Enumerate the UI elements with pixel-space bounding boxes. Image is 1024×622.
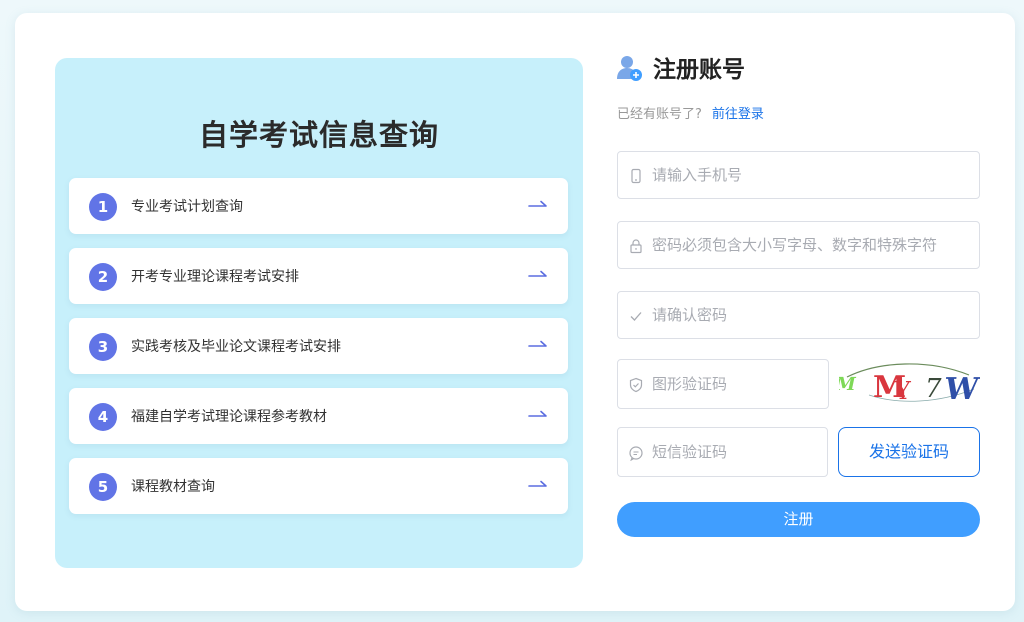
panel-title: 自学考试信息查询 [198,118,439,152]
login-link[interactable]: 前往登录 [712,107,764,122]
menu-item-theory-schedule[interactable]: 2 开考专业理论课程考试安排 [69,248,568,304]
item-number-badge: 2 [89,263,117,291]
item-number-badge: 4 [89,403,117,431]
menu-item-course-materials[interactable]: 5 课程教材查询 [69,458,568,514]
shield-check-icon [629,377,643,393]
register-title: 注册账号 [653,57,745,83]
svg-text:M: M [839,374,858,395]
menu-item-label: 课程教材查询 [131,479,215,495]
exam-info-panel: 自学考试信息查询 1 专业考试计划查询 2 开考专业理论课程考试安排 3 实践考… [55,58,583,568]
login-prompt: 已经有账号了? 前往登录 [617,103,764,122]
menu-item-practice-schedule[interactable]: 3 实践考核及毕业论文课程考试安排 [69,318,568,374]
sms-code-field [617,427,828,477]
svg-text:W: W [941,372,980,407]
arrow-right-icon [528,340,547,347]
phone-icon [631,168,641,184]
captcha-image[interactable]: M M Y 7 W [839,359,980,409]
lock-icon [630,239,642,254]
phone-field [617,151,980,199]
arrow-right-icon [528,270,547,277]
register-form: 注册账号 已经有账号了? 前往登录 M M Y 7 W 发送验证码 注册 [617,55,980,545]
menu-item-exam-plan[interactable]: 1 专业考试计划查询 [69,178,568,234]
captcha-field [617,359,829,409]
send-code-button[interactable]: 发送验证码 [838,427,980,477]
confirm-password-input[interactable] [652,292,973,338]
arrow-right-icon [528,410,547,417]
item-number-badge: 3 [89,333,117,361]
have-account-text: 已经有账号了? [617,107,702,122]
menu-item-label: 开考专业理论课程考试安排 [131,269,299,285]
menu-item-label: 实践考核及毕业论文课程考试安排 [131,339,341,355]
menu-item-reference-materials[interactable]: 4 福建自学考试理论课程参考教材 [69,388,568,444]
message-icon [629,446,643,461]
confirm-password-field [617,291,980,339]
password-field [617,221,980,269]
menu-item-label: 专业考试计划查询 [131,199,243,215]
arrow-right-icon [528,480,547,487]
item-number-badge: 1 [89,193,117,221]
password-input[interactable] [652,222,973,268]
captcha-input[interactable] [652,360,822,408]
svg-text:Y: Y [894,377,912,405]
menu-item-label: 福建自学考试理论课程参考教材 [131,409,327,425]
add-user-icon [617,56,642,81]
arrow-right-icon [528,200,547,207]
sms-code-input[interactable] [652,428,821,476]
register-button[interactable]: 注册 [617,502,980,537]
item-number-badge: 5 [89,473,117,501]
phone-input[interactable] [652,152,973,198]
check-icon [630,312,642,321]
svg-text:7: 7 [925,374,942,404]
